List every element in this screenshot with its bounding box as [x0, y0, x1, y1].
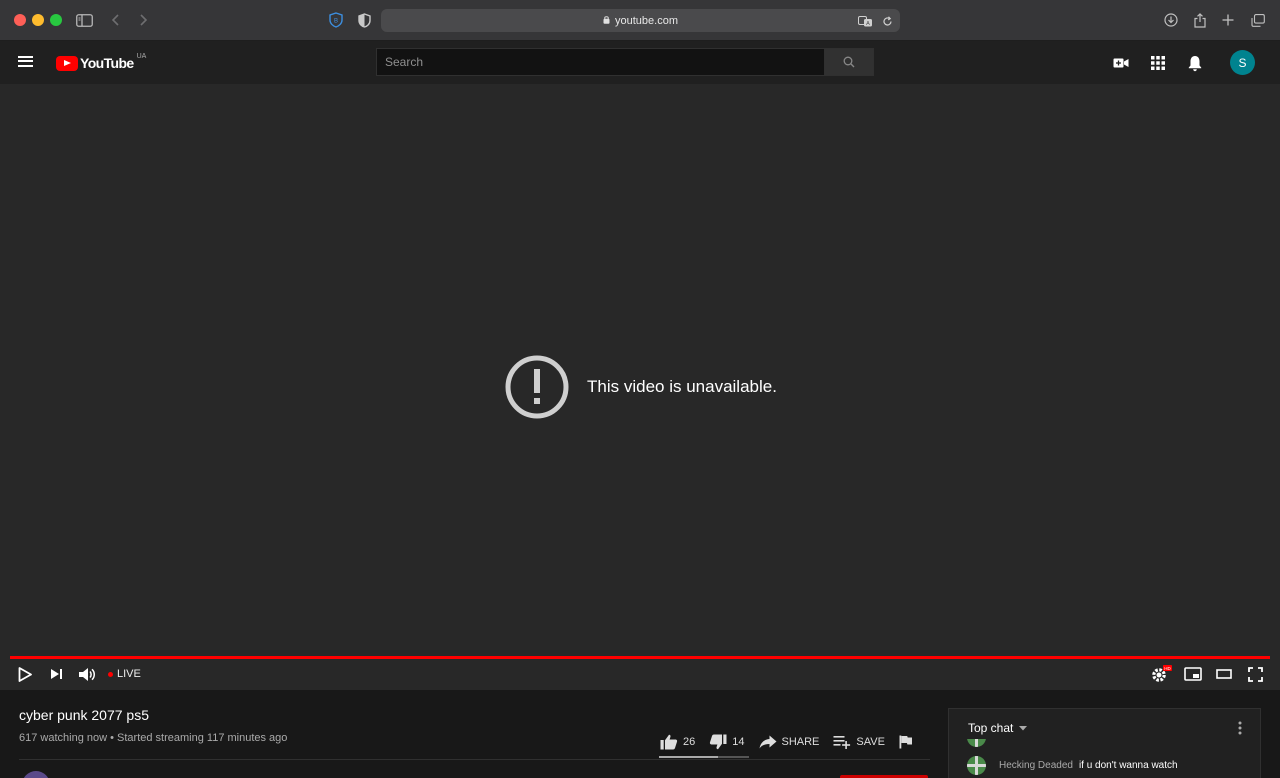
exclamation-circle-icon — [505, 355, 569, 419]
create-video-icon[interactable] — [1110, 52, 1132, 74]
sidebar-toggle-icon[interactable] — [74, 10, 94, 30]
svg-text:B: B — [334, 19, 338, 25]
new-tab-plus-icon[interactable] — [1218, 10, 1238, 30]
caret-down-icon — [1019, 726, 1028, 731]
zoom-window-button[interactable] — [50, 14, 62, 26]
sentiment-bar — [659, 756, 749, 758]
progress-bar[interactable] — [10, 656, 1270, 659]
unavailable-message: This video is unavailable. — [505, 355, 777, 419]
theater-mode-icon[interactable] — [1212, 664, 1236, 684]
url-text: youtube.com — [615, 14, 678, 27]
menu-hamburger-icon[interactable] — [18, 53, 38, 73]
country-code: UA — [136, 52, 147, 60]
live-indicator[interactable]: LIVE — [108, 668, 141, 680]
password-manager-shield-icon[interactable]: B — [326, 10, 346, 30]
apps-grid-icon[interactable] — [1147, 52, 1169, 74]
youtube-play-logo-icon — [56, 55, 78, 71]
thumbs-down-icon — [710, 734, 727, 750]
dislike-count: 14 — [732, 736, 745, 748]
dislike-button[interactable]: 14 — [709, 734, 745, 750]
search-icon — [843, 56, 855, 68]
live-label: LIVE — [117, 668, 141, 680]
close-window-button[interactable] — [14, 14, 26, 26]
chat-author[interactable]: Hecking Deaded — [999, 760, 1073, 771]
settings-gear-icon[interactable]: HD — [1149, 664, 1173, 684]
like-button[interactable]: 26 — [660, 734, 695, 750]
play-icon[interactable] — [13, 664, 37, 684]
translate-icon[interactable]: A — [856, 14, 874, 28]
video-actions: 26 14 SHARE SAVE — [660, 732, 932, 752]
screen: B youtube.com A YouTube UA Search S This… — [0, 0, 1280, 778]
channel-avatar[interactable] — [22, 771, 50, 778]
search-box — [376, 48, 824, 76]
fullscreen-icon[interactable] — [1243, 664, 1267, 684]
share-arrow-icon — [759, 735, 776, 749]
quality-badge: HD — [1164, 666, 1171, 671]
chat-author-avatar[interactable] — [967, 756, 986, 775]
chat-message: Hecking Deaded if u don't wanna watch — [967, 756, 1178, 775]
save-button[interactable]: SAVE — [833, 735, 885, 749]
svg-text:A: A — [866, 21, 870, 27]
privacy-shield-icon[interactable] — [354, 10, 374, 30]
live-dot-icon — [108, 671, 113, 677]
more-options-icon[interactable] — [1238, 721, 1242, 740]
share-label: SHARE — [781, 736, 820, 748]
downloads-icon[interactable] — [1161, 10, 1181, 30]
chat-mode-dropdown[interactable]: Top chat — [968, 721, 1029, 735]
report-button[interactable] — [899, 735, 918, 749]
volume-icon[interactable] — [75, 664, 99, 684]
forward-chevron-icon[interactable] — [133, 10, 153, 30]
logo-text: YouTube — [80, 55, 134, 71]
user-avatar[interactable]: S — [1230, 50, 1255, 75]
like-count: 26 — [683, 736, 696, 748]
back-chevron-icon[interactable] — [106, 10, 126, 30]
flag-icon — [899, 735, 912, 749]
search-button[interactable] — [824, 48, 874, 76]
share-button[interactable]: SHARE — [759, 735, 820, 749]
save-label: SAVE — [856, 736, 885, 748]
notifications-bell-icon[interactable] — [1184, 52, 1206, 74]
divider — [19, 759, 930, 760]
chat-title: Top chat — [968, 721, 1014, 735]
live-chat-panel: Top chat Hecking Deaded if u don't wanna… — [948, 708, 1261, 778]
playlist-add-icon — [833, 736, 851, 749]
miniplayer-icon[interactable] — [1181, 664, 1205, 684]
next-icon[interactable] — [44, 664, 68, 684]
youtube-header: YouTube UA S — [0, 41, 1280, 84]
reload-icon[interactable] — [878, 14, 896, 28]
tab-overview-icon[interactable] — [1248, 10, 1268, 30]
sentiment-bar-fill — [659, 756, 718, 758]
youtube-logo[interactable]: YouTube UA — [56, 53, 146, 73]
thumbs-up-icon — [660, 734, 678, 750]
video-meta: 617 watching now • Started streaming 117… — [19, 732, 288, 744]
address-bar[interactable]: youtube.com A — [381, 9, 900, 32]
minimize-window-button[interactable] — [32, 14, 44, 26]
browser-toolbar: B youtube.com A — [0, 0, 1280, 41]
share-icon[interactable] — [1190, 10, 1210, 30]
search-input[interactable] — [385, 55, 824, 69]
video-title: cyber punk 2077 ps5 — [19, 707, 149, 723]
unavailable-text: This video is unavailable. — [587, 377, 777, 396]
chat-message-avatar-partial — [967, 739, 986, 747]
lock-icon — [603, 15, 610, 27]
video-player[interactable]: This video is unavailable. LIVE HD — [0, 84, 1280, 690]
chat-text: if u don't wanna watch — [1078, 760, 1178, 771]
